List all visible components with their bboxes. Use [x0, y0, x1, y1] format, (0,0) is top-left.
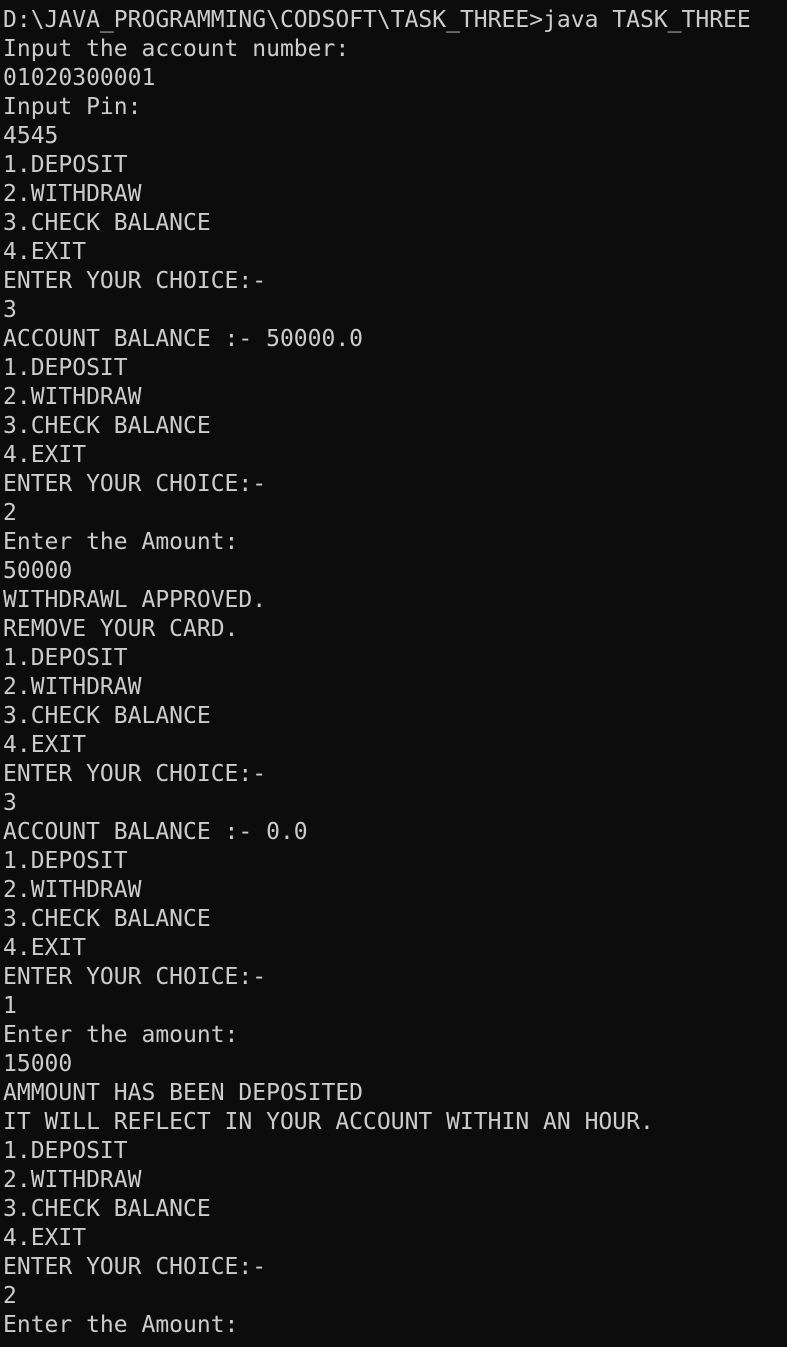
- amount-prompt: Enter the amount:: [3, 1022, 239, 1048]
- menu-option-deposit: 1.DEPOSIT: [3, 848, 128, 874]
- pin-prompt: Input Pin:: [3, 94, 142, 120]
- menu-option-check-balance: 3.CHECK BALANCE: [3, 1196, 211, 1222]
- menu-option-deposit: 1.DEPOSIT: [3, 355, 128, 381]
- amount-prompt[interactable]: Enter the Amount:: [3, 1311, 787, 1340]
- menu-option-exit: 4.EXIT: [3, 732, 87, 758]
- withdrawal-status-message: WITHDRAWL APPROVED.: [3, 587, 267, 613]
- choice-prompt: ENTER YOUR CHOICE:-: [3, 471, 267, 497]
- choice-input: 3: [3, 297, 17, 323]
- choice-input: 1: [3, 993, 17, 1019]
- pin-input: 4545: [3, 123, 59, 149]
- balance-output: ACCOUNT BALANCE :- 50000.0: [3, 326, 364, 352]
- menu-option-deposit: 1.DEPOSIT: [3, 1138, 128, 1164]
- choice-prompt: ENTER YOUR CHOICE:-: [3, 964, 267, 990]
- amount-input: 50000: [3, 558, 73, 584]
- menu-option-exit: 4.EXIT: [3, 935, 87, 961]
- menu-option-exit: 4.EXIT: [3, 239, 87, 265]
- menu-option-check-balance: 3.CHECK BALANCE: [3, 210, 211, 236]
- command-prompt-line: D:\JAVA_PROGRAMMING\CODSOFT\TASK_THREE>j…: [3, 7, 751, 33]
- deposit-status-message: AMMOUNT HAS BEEN DEPOSITED: [3, 1080, 364, 1106]
- menu-option-withdraw: 2.WITHDRAW: [3, 1167, 142, 1193]
- amount-input: 15000: [3, 1051, 73, 1077]
- choice-prompt: ENTER YOUR CHOICE:-: [3, 268, 267, 294]
- menu-option-withdraw: 2.WITHDRAW: [3, 877, 142, 903]
- menu-option-withdraw: 2.WITHDRAW: [3, 181, 142, 207]
- terminal-output[interactable]: D:\JAVA_PROGRAMMING\CODSOFT\TASK_THREE>j…: [0, 0, 787, 1347]
- choice-prompt: ENTER YOUR CHOICE:-: [3, 761, 267, 787]
- balance-output: ACCOUNT BALANCE :- 0.0: [3, 819, 308, 845]
- menu-option-deposit: 1.DEPOSIT: [3, 645, 128, 671]
- menu-option-withdraw: 2.WITHDRAW: [3, 674, 142, 700]
- menu-option-check-balance: 3.CHECK BALANCE: [3, 703, 211, 729]
- choice-input: 2: [3, 1283, 17, 1309]
- account-number-prompt: Input the account number:: [3, 36, 350, 62]
- choice-input: 2: [3, 500, 17, 526]
- menu-option-exit: 4.EXIT: [3, 1225, 87, 1251]
- amount-prompt: Enter the Amount:: [3, 529, 239, 555]
- choice-input: 3: [3, 790, 17, 816]
- account-number-input: 01020300001: [3, 65, 156, 91]
- menu-option-check-balance: 3.CHECK BALANCE: [3, 906, 211, 932]
- menu-option-deposit: 1.DEPOSIT: [3, 152, 128, 178]
- menu-option-withdraw: 2.WITHDRAW: [3, 384, 142, 410]
- menu-option-check-balance: 3.CHECK BALANCE: [3, 413, 211, 439]
- deposit-info-message: IT WILL REFLECT IN YOUR ACCOUNT WITHIN A…: [3, 1109, 654, 1135]
- menu-option-exit: 4.EXIT: [3, 442, 87, 468]
- remove-card-message: REMOVE YOUR CARD.: [3, 616, 239, 642]
- choice-prompt: ENTER YOUR CHOICE:-: [3, 1254, 267, 1280]
